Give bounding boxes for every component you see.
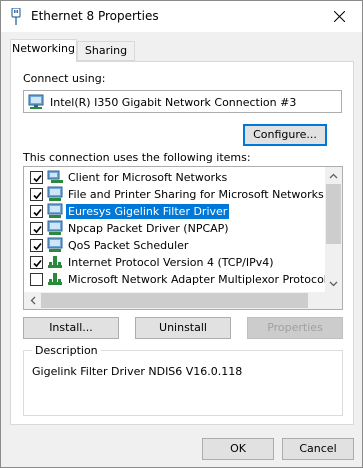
adapter-field: Intel(R) I350 Gigabit Network Connection…	[23, 90, 342, 113]
chevron-left-icon	[30, 296, 35, 305]
checkmark-icon	[33, 259, 42, 268]
checkmark-icon	[33, 174, 42, 183]
items-label: This connection uses the following items…	[23, 151, 251, 164]
scroll-left-button[interactable]	[24, 292, 41, 309]
scrollbar-corner	[325, 292, 342, 309]
checkmark-icon	[33, 191, 42, 200]
items-list[interactable]: Client for Microsoft Networks File and P…	[23, 166, 343, 310]
item-label: Euresys Gigelink Filter Driver	[66, 204, 230, 219]
window-title: Ethernet 8 Properties	[31, 9, 159, 23]
list-item[interactable]: Internet Protocol Version 4 (TCP/IPv4)	[24, 254, 326, 271]
list-item[interactable]: File and Printer Sharing for Microsoft N…	[24, 186, 326, 203]
horizontal-scroll-thumb[interactable]	[41, 293, 308, 308]
item-label: Internet Protocol Version 4 (TCP/IPv4)	[68, 256, 274, 269]
item-label: Npcap Packet Driver (NPCAP)	[68, 222, 229, 235]
description-text: Gigelink Filter Driver NDIS6 V16.0.118	[32, 365, 243, 378]
properties-button[interactable]: Properties	[247, 317, 343, 339]
cancel-button[interactable]: Cancel	[282, 438, 354, 460]
checkmark-icon	[33, 242, 42, 251]
item-checkbox[interactable]	[30, 188, 43, 201]
network-service-icon	[47, 203, 63, 218]
configure-button[interactable]: Configure...	[243, 124, 327, 146]
list-item[interactable]: Euresys Gigelink Filter Driver	[24, 203, 326, 220]
item-checkbox[interactable]	[30, 222, 43, 235]
item-label: Microsoft Network Adapter Multiplexor Pr…	[68, 273, 327, 286]
chevron-up-icon	[329, 173, 338, 178]
network-service-icon	[47, 220, 63, 235]
item-checkbox[interactable]	[30, 256, 43, 269]
checkmark-icon	[33, 208, 42, 217]
tab-networking[interactable]: Networking	[10, 39, 77, 62]
scroll-down-button[interactable]	[325, 275, 342, 292]
item-checkbox[interactable]	[30, 273, 43, 286]
close-button[interactable]	[316, 1, 362, 32]
item-label: File and Printer Sharing for Microsoft N…	[68, 188, 324, 201]
list-item[interactable]: Client for Microsoft Networks	[24, 169, 326, 186]
title-bar: Ethernet 8 Properties	[1, 1, 362, 32]
item-label: QoS Packet Scheduler	[68, 239, 189, 252]
ok-button[interactable]: OK	[202, 438, 274, 460]
item-checkbox[interactable]	[30, 205, 43, 218]
protocol-icon	[48, 256, 62, 268]
list-item[interactable]: Microsoft Network Adapter Multiplexor Pr…	[24, 271, 327, 288]
tab-sharing[interactable]: Sharing	[77, 41, 135, 61]
protocol-icon	[48, 273, 62, 285]
description-group: Description Gigelink Filter Driver NDIS6…	[23, 344, 343, 416]
network-client-icon	[47, 170, 63, 183]
close-icon	[333, 11, 345, 22]
adapter-name: Intel(R) I350 Gigabit Network Connection…	[50, 96, 297, 109]
list-item[interactable]: QoS Packet Scheduler	[24, 237, 326, 254]
item-label: Client for Microsoft Networks	[68, 171, 228, 184]
properties-dialog: Ethernet 8 Properties Networking Sharing…	[0, 0, 363, 468]
list-item[interactable]: Npcap Packet Driver (NPCAP)	[24, 220, 326, 237]
network-service-icon	[47, 186, 63, 201]
vertical-scroll-thumb[interactable]	[326, 184, 341, 244]
network-plug-icon	[11, 8, 21, 25]
horizontal-scrollbar[interactable]	[24, 292, 342, 309]
item-checkbox[interactable]	[30, 171, 43, 184]
description-title: Description	[32, 344, 101, 357]
vertical-scrollbar[interactable]	[325, 167, 342, 292]
uninstall-button[interactable]: Uninstall	[135, 317, 231, 339]
networking-panel: Connect using: Intel(R) I350 Gigabit Net…	[10, 61, 354, 425]
scroll-up-button[interactable]	[325, 167, 342, 184]
chevron-down-icon	[329, 281, 338, 286]
item-checkbox[interactable]	[30, 239, 43, 252]
connect-using-label: Connect using:	[23, 72, 106, 85]
install-button[interactable]: Install...	[23, 317, 119, 339]
network-service-icon	[47, 237, 63, 252]
network-adapter-icon	[28, 94, 44, 109]
checkmark-icon	[33, 225, 42, 234]
